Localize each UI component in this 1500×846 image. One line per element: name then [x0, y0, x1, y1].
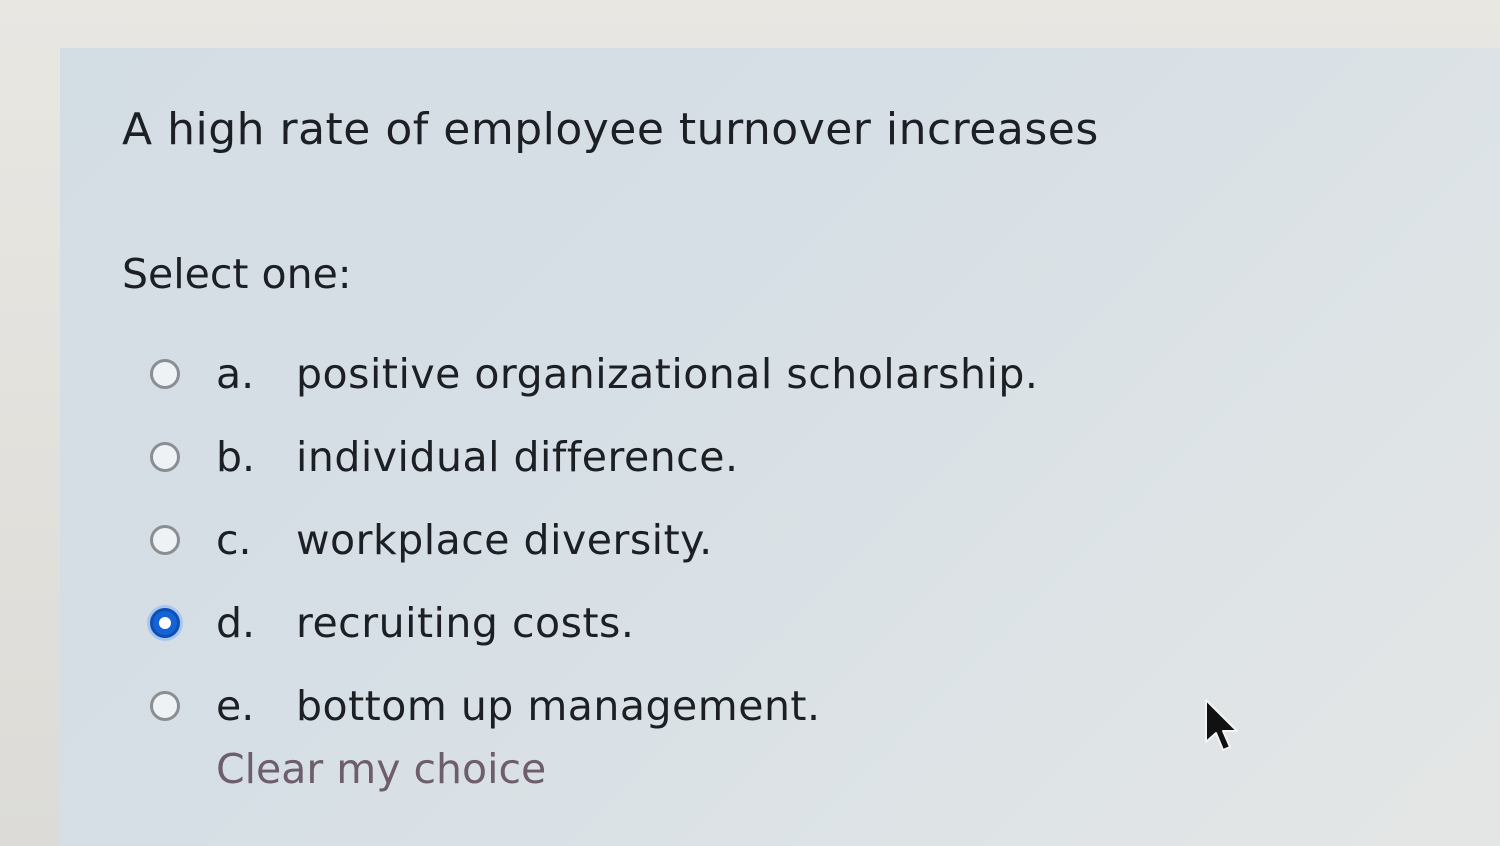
mouse-pointer-icon — [1205, 699, 1238, 751]
option-c[interactable]: c. workplace diversity. — [150, 498, 1038, 581]
option-letter: d. — [216, 598, 256, 647]
question-text: A high rate of employee turnover increas… — [122, 104, 1099, 155]
option-a[interactable]: a. positive organizational scholarship. — [150, 332, 1038, 415]
option-letter: e. — [216, 681, 255, 730]
option-e[interactable]: e. bottom up management. — [150, 664, 1038, 747]
radio-button-b[interactable] — [150, 441, 180, 472]
radio-button-d[interactable] — [150, 607, 180, 638]
answer-options: a. positive organizational scholarship. … — [150, 332, 1038, 747]
option-letter: a. — [216, 349, 255, 398]
clear-my-choice-link[interactable]: Clear my choice — [216, 745, 546, 793]
option-label[interactable]: bottom up management. — [296, 682, 821, 730]
select-one-prompt: Select one: — [122, 250, 352, 298]
option-letter: b. — [216, 432, 256, 481]
option-d[interactable]: d. recruiting costs. — [150, 581, 1038, 664]
radio-button-a[interactable] — [150, 358, 180, 389]
radio-button-c[interactable] — [150, 524, 180, 555]
option-label[interactable]: recruiting costs. — [296, 599, 634, 647]
option-label[interactable]: workplace diversity. — [296, 516, 713, 564]
option-b[interactable]: b. individual difference. — [150, 415, 1038, 498]
radio-button-e[interactable] — [150, 690, 180, 721]
option-label[interactable]: individual difference. — [296, 433, 738, 481]
option-label[interactable]: positive organizational scholarship. — [296, 350, 1038, 398]
option-letter: c. — [216, 515, 252, 564]
